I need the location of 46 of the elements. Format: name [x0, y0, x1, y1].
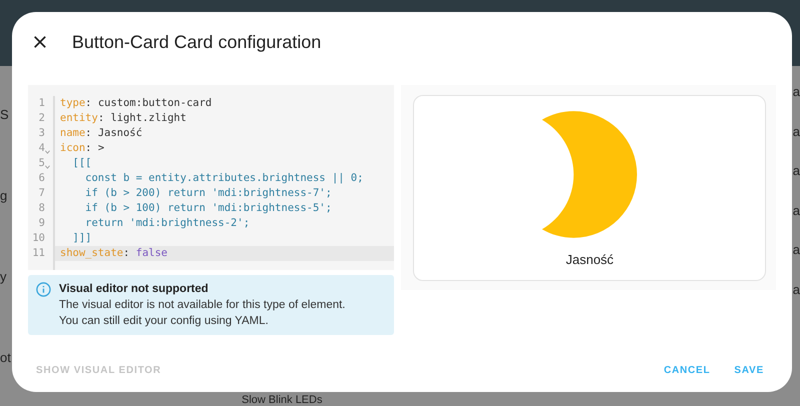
code-line: name: Jasność	[59, 126, 144, 141]
fold-caret-icon[interactable]	[45, 150, 50, 154]
code-line: ]]]	[72, 231, 93, 246]
background-text: a	[792, 83, 800, 101]
code-line: if (b > 100) return 'mdi:brightness-5';	[84, 201, 333, 216]
line-number: 9	[38, 216, 45, 231]
line-number: 8	[38, 200, 45, 216]
background-text: S	[0, 107, 10, 122]
code-line: [[[	[72, 156, 93, 171]
close-icon[interactable]	[32, 34, 48, 50]
code-line: icon: >	[59, 141, 106, 156]
code-line: return 'mdi:brightness-2';	[84, 216, 251, 231]
alert-text: You can still edit your config using YAML.	[59, 314, 270, 329]
background-text: a	[792, 162, 800, 180]
save-button[interactable]: SAVE	[734, 363, 764, 378]
line-number: 3	[38, 126, 45, 141]
alert-title: Visual editor not supported	[59, 282, 210, 297]
line-number: 4	[38, 140, 45, 156]
background-text: a	[792, 122, 800, 140]
button-card[interactable]: Jasność	[413, 95, 766, 281]
code-editor[interactable]	[28, 85, 394, 270]
crescent-moon-icon	[542, 111, 638, 238]
line-number: 5	[38, 156, 45, 171]
code-line: entity: light.zlight	[59, 111, 188, 126]
background-text: a	[792, 280, 800, 298]
background-text: ot	[0, 350, 12, 365]
line-number: 6	[38, 170, 45, 186]
line-number: 10	[32, 230, 45, 246]
line-number: 2	[38, 110, 45, 126]
card-name: Jasność	[566, 251, 614, 269]
line-number: 1	[38, 96, 45, 111]
background-text: Slow Blink LEDs	[242, 394, 322, 406]
alert-text: The visual editor is not available for this type of element.	[59, 298, 346, 313]
code-line: type: custom:button-card	[59, 96, 213, 111]
code-line: const b = entity.attributes.brightness || 0;	[84, 171, 364, 186]
line-number: 11	[32, 246, 45, 261]
background-text: a	[792, 241, 800, 259]
info-icon	[36, 282, 51, 297]
background-text: y	[0, 269, 8, 284]
fold-caret-icon[interactable]	[45, 165, 50, 169]
line-number: 7	[38, 186, 45, 201]
background-text: a	[792, 202, 800, 220]
dialog-title: Button-Card Card configuration	[72, 30, 322, 54]
cancel-button[interactable]: CANCEL	[664, 363, 710, 378]
background-text: g	[0, 188, 8, 203]
code-line: if (b > 200) return 'mdi:brightness-7';	[84, 186, 333, 201]
